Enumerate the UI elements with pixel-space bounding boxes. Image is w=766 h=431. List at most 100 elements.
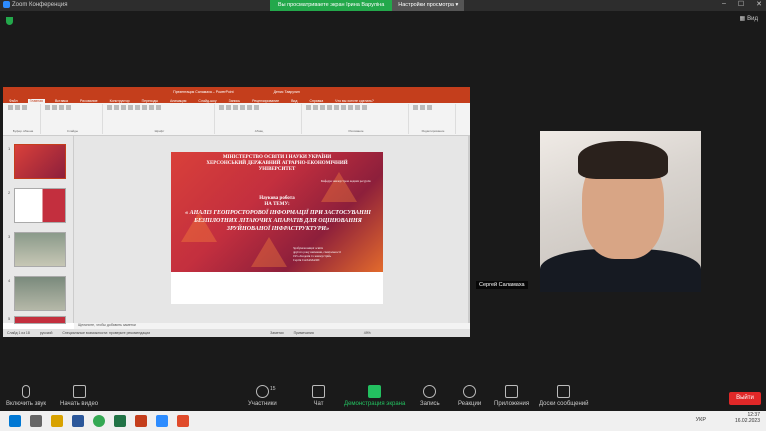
slide-title: « АНАЛІЗ ГЕОПРОСТОРОВОЇ ІНФОРМАЦІЇ ПРИ З… <box>185 210 371 232</box>
status-notes-button[interactable]: Заметки <box>270 331 283 335</box>
ppt-tab-view[interactable]: Вид <box>289 99 299 103</box>
zoom-taskbar-icon[interactable] <box>156 415 168 427</box>
thumb-number: 3 <box>8 234 11 239</box>
participants-icon <box>255 385 269 398</box>
slide-thumbnails: 1 2 3 4 5 <box>3 136 74 324</box>
close-button[interactable]: ✕ <box>756 0 762 8</box>
mute-button[interactable]: Включить звук <box>6 385 46 407</box>
record-label: Запись <box>420 401 440 407</box>
slide-thumbnail[interactable] <box>14 276 66 311</box>
powerpoint-icon[interactable] <box>135 415 147 427</box>
ppt-title: Презентация Саламаха – PowerPoint <box>173 89 234 94</box>
slide-department: Кафедра землеустрою водних ресурсів <box>321 179 371 183</box>
ribbon-group-label: Слайды <box>66 129 79 133</box>
share-label: Демонстрация экрана <box>344 401 406 407</box>
chevron-down-icon: ▾ <box>455 2 459 8</box>
whiteboards-button[interactable]: Доски сообщений <box>539 385 589 407</box>
video-label: Начать видео <box>60 401 99 407</box>
status-accessibility[interactable]: Специальные возможности: проверьте реком… <box>62 331 150 335</box>
slide-thumbnail[interactable] <box>14 232 66 267</box>
slide-thumbnail[interactable] <box>14 316 66 324</box>
ppt-tab-slideshow[interactable]: Слайд-шоу <box>196 99 218 103</box>
ribbon-group-label: Шрифт <box>154 129 165 133</box>
share-screen-button[interactable]: Демонстрация экрана <box>344 385 405 407</box>
record-button[interactable]: Запись <box>420 385 440 407</box>
app-title: Zoom Конференция <box>3 1 67 8</box>
slide-lower-area <box>171 272 383 304</box>
smiley-icon <box>463 385 477 398</box>
excel-icon[interactable] <box>114 415 126 427</box>
chrome-icon[interactable] <box>93 415 105 427</box>
tray-clock[interactable]: 12:37 16.02.2023 <box>735 412 760 424</box>
slide-work-block: Наукова робота НА ТЕМУ: <box>171 196 383 208</box>
ppt-tab-review[interactable]: Рецензирование <box>250 99 281 103</box>
microphone-muted-icon <box>22 385 30 398</box>
ppt-ribbon: Буфер обмена Слайды Шрифт Абзац Рисовани… <box>3 103 470 136</box>
ppt-tab-draw[interactable]: Рисование <box>78 99 100 103</box>
mute-label: Включить звук <box>6 401 47 407</box>
ppt-tab-animation[interactable]: Анимация <box>168 99 188 103</box>
ppt-tab-file[interactable]: Файл <box>7 99 20 103</box>
participant-video[interactable] <box>540 131 701 292</box>
vertical-scrollbar[interactable] <box>468 136 470 323</box>
participants-label: Участники <box>248 401 277 407</box>
ppt-user: Денис Таврулин <box>273 89 300 94</box>
view-button[interactable]: ▦ Вид <box>739 15 758 23</box>
slide-thumbnail[interactable] <box>14 188 66 223</box>
ppt-tab-transitions[interactable]: Переходы <box>140 99 160 103</box>
reactions-button[interactable]: Реакции <box>458 385 481 407</box>
view-options-button[interactable]: Настройки просмотра ▾ <box>392 0 465 11</box>
chat-button[interactable]: Чат <box>312 385 325 407</box>
ppt-ribbon-tabs: Файл Главная Вставка Рисование Конструкт… <box>3 96 470 103</box>
thumb-number: 1 <box>8 146 11 151</box>
windows-start-icon[interactable] <box>9 415 21 427</box>
app-icon[interactable] <box>177 415 189 427</box>
slide-thumbnail[interactable] <box>14 144 66 179</box>
status-language: русский <box>39 331 53 335</box>
ppt-tab-insert[interactable]: Вставка <box>53 99 70 103</box>
camera-off-icon <box>72 385 86 398</box>
minimize-button[interactable]: – <box>722 0 726 8</box>
slide-line: Сергія САЛАМАХИ <box>293 258 320 262</box>
meeting-controls: Включить звук Начать видео Участники 15 … <box>0 383 766 411</box>
ppt-statusbar: Слайд 1 из 18 русский Специальные возмож… <box>3 329 470 337</box>
file-explorer-icon[interactable] <box>51 415 63 427</box>
ppt-tab-record[interactable]: Запись <box>227 99 242 103</box>
ppt-titlebar: Презентация Саламаха – PowerPoint Денис … <box>3 87 470 96</box>
ppt-tab-home[interactable]: Главная <box>27 99 45 103</box>
slide-line: УНІВЕРСИТЕТ <box>258 167 296 172</box>
tray-date: 16.02.2023 <box>734 418 760 424</box>
leave-button[interactable]: Выйти <box>729 392 761 405</box>
ribbon-group-drawing: Рисование <box>304 104 409 134</box>
apps-button[interactable]: Приложения <box>494 385 529 407</box>
window-titlebar: Zoom Конференция Вы просматриваете экран… <box>0 0 766 11</box>
apps-label: Приложения <box>494 401 530 407</box>
start-video-button[interactable]: Начать видео <box>60 385 98 407</box>
task-view-icon[interactable] <box>30 415 42 427</box>
thumb-number: 4 <box>8 278 11 283</box>
status-zoom[interactable]: 49% <box>364 331 371 335</box>
grid-icon: ▦ <box>739 16 746 22</box>
share-banner: Вы просматриваете экран Ірина Варуліна Н… <box>270 0 465 11</box>
view-options-label: Настройки просмотра <box>398 2 454 8</box>
zoom-logo-icon <box>3 1 10 8</box>
encryption-shield-icon[interactable] <box>6 17 13 25</box>
record-icon <box>423 385 437 398</box>
ppt-tell-me[interactable]: Что вы хотите сделать? <box>333 99 376 103</box>
status-comments-button[interactable]: Примечания <box>294 331 314 335</box>
ppt-tab-help[interactable]: Справка <box>307 99 325 103</box>
ribbon-group-label: Буфер обмена <box>12 129 34 133</box>
share-screen-icon <box>368 385 382 398</box>
ribbon-group-label: Редактирование <box>421 129 445 133</box>
thumb-number: 2 <box>8 190 11 195</box>
ribbon-group-paragraph: Абзац <box>217 104 302 134</box>
tray-language[interactable]: УКР <box>696 417 706 423</box>
status-slide-count: Слайд 1 из 18 <box>7 331 30 335</box>
word-icon[interactable] <box>72 415 84 427</box>
participant-name: Сергей Саламаха <box>476 281 528 289</box>
maximize-button[interactable]: ☐ <box>738 0 744 8</box>
current-slide[interactable]: МІНІСТЕРСТВО ОСВІТИ І НАУКИ УКРАЇНИ ХЕРС… <box>171 152 383 272</box>
ppt-tab-design[interactable]: Конструктор <box>108 99 132 103</box>
apps-icon <box>505 385 519 398</box>
chat-label: Чат <box>313 401 324 407</box>
